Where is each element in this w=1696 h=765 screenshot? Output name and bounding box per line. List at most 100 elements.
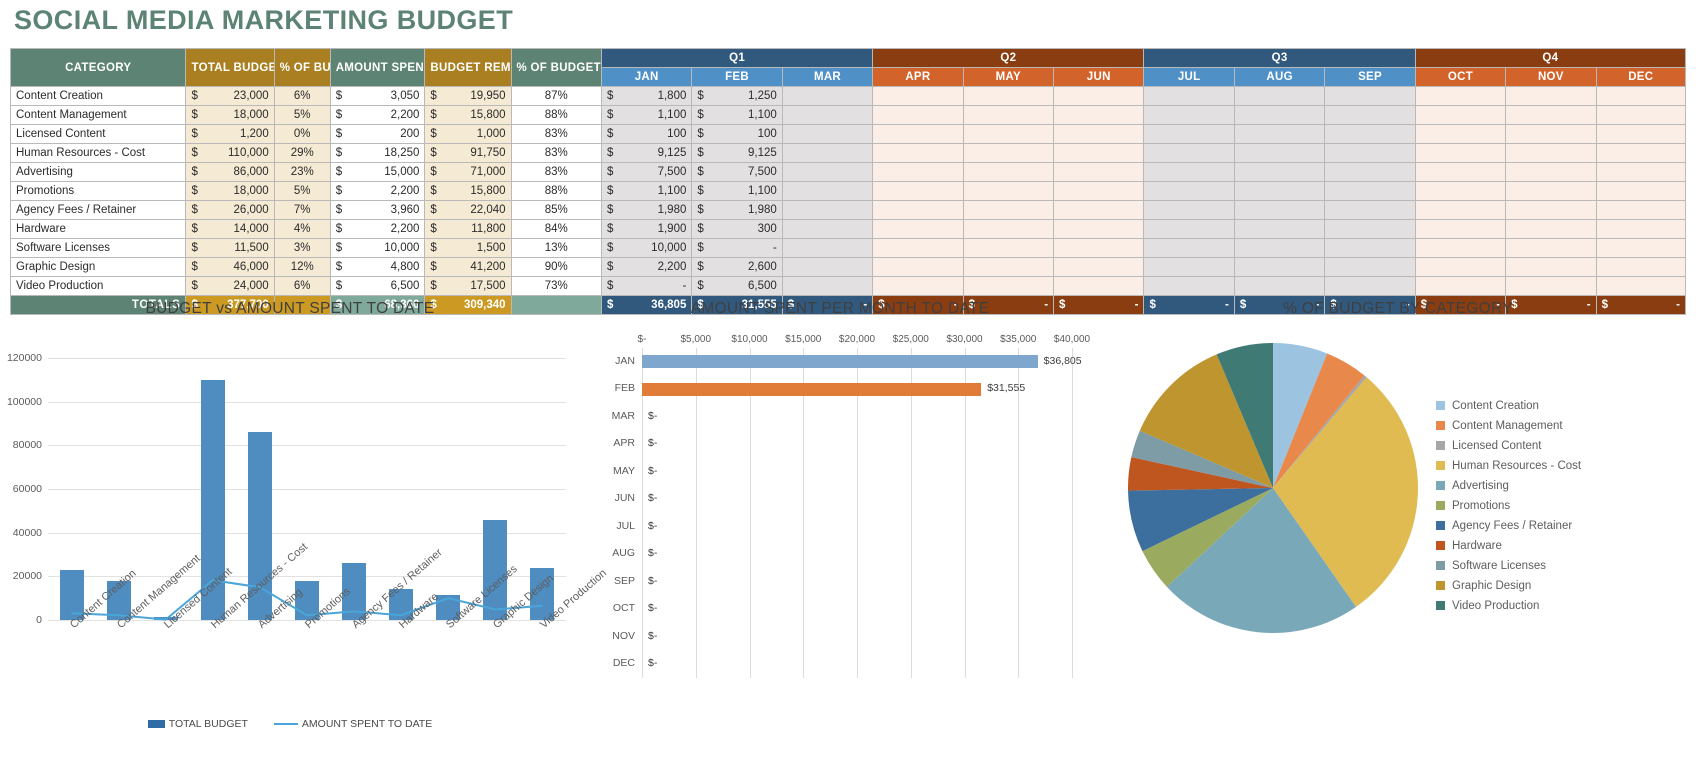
- currency-symbol: $: [430, 261, 437, 273]
- cell-month-empty: [872, 276, 964, 296]
- cell-pct-of-budget: 6%: [273, 276, 331, 296]
- cell-month-empty: [1053, 162, 1145, 182]
- hbar-row: JUL $-: [616, 513, 1072, 541]
- currency-symbol: $: [191, 185, 198, 197]
- x-axis-tick-label: $10,000: [731, 334, 768, 345]
- cell-money: $1,250: [691, 86, 783, 106]
- cell-money: $10,000: [329, 238, 426, 258]
- cell-month-empty: [1414, 143, 1507, 163]
- bar-data-label: $-: [648, 629, 658, 642]
- currency-symbol: $: [697, 128, 704, 140]
- quarter-header-q1: Q1: [600, 48, 874, 68]
- cell-pct-of-budget: 23%: [273, 162, 331, 182]
- cell-money: $6,500: [691, 276, 783, 296]
- currency-symbol: $: [191, 166, 198, 178]
- y-axis-tick-label: MAY: [613, 464, 635, 477]
- cell-month-empty: [1143, 257, 1235, 277]
- y-axis-tick-label: DEC: [612, 657, 635, 670]
- cell-month-empty: [1053, 238, 1145, 258]
- legend-item: Human Resources - Cost: [1436, 456, 1581, 476]
- cell-month-empty: [781, 238, 874, 258]
- cell-month-empty: [962, 257, 1055, 277]
- table-row[interactable]: Content Creation $23,000 6% $3,050 $19,950 87…: [9, 86, 1687, 106]
- chart-title-pct-of-budget: % OF BUDGET BY CATEGORY: [1283, 300, 1513, 317]
- currency-symbol: $: [191, 280, 198, 292]
- cell-month-empty: [1414, 124, 1507, 144]
- cell-month-empty: [1324, 86, 1416, 106]
- cell-money: $300: [691, 219, 783, 239]
- cell-month-empty: [1595, 276, 1687, 296]
- table-row[interactable]: Promotions $18,000 5% $2,200 $15,800 88% $1,10…: [9, 181, 1687, 201]
- hbar-row: MAY $-: [613, 458, 1072, 486]
- legend-label: Content Management: [1452, 420, 1563, 432]
- cell-month-empty: [1414, 257, 1507, 277]
- col-header-pct-budget-remaining: % OF BUDGET REMAINING: [510, 48, 602, 87]
- legend-label: Advertising: [1452, 480, 1509, 492]
- legend-label: Human Resources - Cost: [1452, 460, 1582, 472]
- x-axis-tick-label: $15,000: [785, 334, 822, 345]
- cell-month-empty: [781, 276, 874, 296]
- cell-month-empty: [1414, 105, 1507, 125]
- table-row[interactable]: Human Resources - Cost $110,000 29% $18,250…: [9, 143, 1687, 163]
- legend-swatch-total-budget: [147, 720, 165, 729]
- table-row[interactable]: Graphic Design $46,000 12% $4,800 $41,200 90%…: [9, 257, 1687, 277]
- y-axis-tick-label: 20000: [12, 570, 42, 583]
- legend-swatch: [1436, 461, 1445, 471]
- currency-symbol: $: [430, 128, 437, 140]
- quarter-header-q3: Q3: [1143, 48, 1416, 68]
- currency-symbol: $: [335, 166, 343, 178]
- currency-symbol: $: [606, 90, 614, 102]
- cell-month-empty: [1324, 257, 1416, 277]
- cell-month-empty: [781, 124, 874, 144]
- cell-pct-remaining: 84%: [510, 219, 602, 239]
- cell-month-empty: [1414, 162, 1507, 182]
- cell-month-empty: [1053, 124, 1145, 144]
- cell-month-empty: [1595, 124, 1687, 144]
- hbar-row: FEB $31,555: [615, 376, 1072, 404]
- table-row[interactable]: Agency Fees / Retainer $26,000 7% $3,960 $22…: [9, 200, 1687, 220]
- currency-symbol: $: [335, 128, 343, 140]
- currency-symbol: $: [335, 223, 343, 235]
- cell-money: $71,000: [424, 162, 512, 182]
- gridline: [1072, 348, 1073, 678]
- table-row[interactable]: Content Management $18,000 5% $2,200 $15,800…: [9, 105, 1687, 125]
- month-header-jan: JAN: [600, 67, 693, 87]
- table-row[interactable]: Advertising $86,000 23% $15,000 $71,000 83% $7…: [9, 162, 1687, 182]
- currency-symbol: $: [697, 109, 704, 121]
- cell-money: $14,000: [185, 219, 275, 239]
- currency-symbol: $: [606, 166, 614, 178]
- currency-symbol: $: [697, 242, 704, 254]
- legend-item: Content Management: [1436, 416, 1581, 436]
- legend-item: Video Production: [1436, 596, 1581, 616]
- cell-money: $18,250: [329, 143, 426, 163]
- bar-data-label: $-: [648, 574, 658, 587]
- table-row[interactable]: Software Licenses $11,500 3% $10,000 $1,500 1…: [9, 238, 1687, 258]
- table-row[interactable]: Licensed Content $1,200 0% $200 $1,000 83% $10…: [9, 124, 1687, 144]
- cell-month-empty: [1143, 219, 1235, 239]
- currency-symbol: $: [697, 261, 704, 273]
- month-header-oct: OCT: [1414, 67, 1507, 87]
- cell-month-empty: [1324, 219, 1416, 239]
- cell-money: $ -: [691, 238, 783, 258]
- hbar-row: SEP $-: [614, 568, 1072, 596]
- table-row[interactable]: Video Production $24,000 6% $6,500 $17,500 73…: [9, 276, 1687, 296]
- bar-data-label: $-: [648, 657, 658, 670]
- cell-pct-of-budget: 6%: [273, 86, 331, 106]
- table-header: CATEGORY TOTAL BUDGET % OF BUDGET AMOUNT…: [9, 48, 1687, 87]
- cell-pct-remaining: 73%: [510, 276, 602, 296]
- cell-money: $24,000: [185, 276, 275, 296]
- currency-symbol: $: [606, 109, 614, 121]
- currency-symbol: $: [430, 223, 437, 235]
- cell-money: $11,500: [185, 238, 275, 258]
- cell-month-empty: [1505, 219, 1597, 239]
- table-row[interactable]: Hardware $14,000 4% $2,200 $11,800 84% $1,900 $…: [9, 219, 1687, 239]
- cell-money: $2,200: [329, 181, 426, 201]
- cell-month-empty: [962, 86, 1055, 106]
- cell-month-empty: [781, 219, 874, 239]
- cell-pct-of-budget: 5%: [273, 181, 331, 201]
- table-body: Content Creation $23,000 6% $3,050 $19,950 87…: [9, 86, 1687, 296]
- y-axis-tick-label: 80000: [12, 439, 42, 452]
- cell-money: $3,960: [329, 200, 426, 220]
- month-header-sep: SEP: [1324, 67, 1416, 87]
- cell-month-empty: [1595, 219, 1687, 239]
